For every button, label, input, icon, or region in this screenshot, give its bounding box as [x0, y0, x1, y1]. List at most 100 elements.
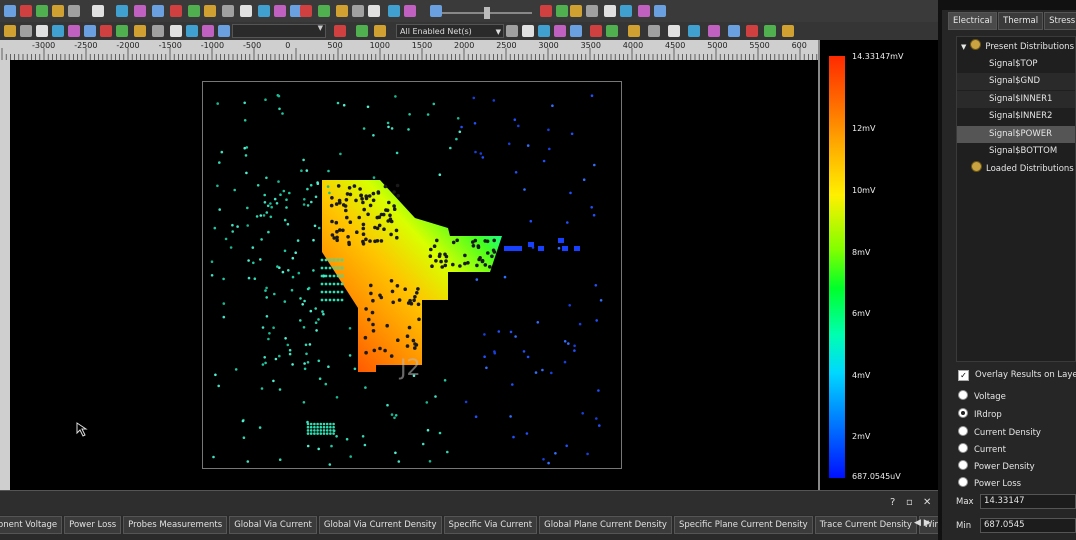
toolbar-button-icon[interactable] — [4, 5, 16, 17]
tab-scroll-arrows[interactable]: ◀ ▶ — [914, 518, 931, 528]
close-panel-button[interactable]: ✕ — [923, 497, 931, 508]
radio-current[interactable]: Current — [958, 443, 1006, 455]
radio-selected-icon[interactable] — [958, 408, 968, 418]
toolbar-button-icon[interactable] — [506, 25, 518, 37]
toolbar-button-icon[interactable] — [170, 25, 182, 37]
toolbar-button-icon[interactable] — [764, 25, 776, 37]
tab-power-loss[interactable]: Power Loss — [64, 516, 122, 534]
overlay-results-checkbox[interactable]: ✓ Overlay Results on Layer V — [958, 370, 1076, 381]
toolbar-button-icon[interactable] — [300, 5, 312, 17]
tree-item-signal-bottom[interactable]: Signal$BOTTOM — [957, 143, 1075, 160]
toolbar-button-icon[interactable] — [36, 25, 48, 37]
tab-global-via-current[interactable]: Global Via Current — [229, 516, 317, 534]
zoom-slider-handle[interactable] — [484, 7, 490, 19]
toolbar-button-icon[interactable] — [648, 25, 660, 37]
toolbar-button-icon[interactable] — [404, 5, 416, 17]
toolbar-button-icon[interactable] — [204, 5, 216, 17]
tab-specific-via-current[interactable]: Specific Via Current — [443, 516, 538, 534]
toolbar-button-icon[interactable] — [782, 25, 794, 37]
tab-global-plane-current-density[interactable]: Global Plane Current Density — [539, 516, 672, 534]
toolbar-button-icon[interactable] — [570, 25, 582, 37]
min-value-input[interactable]: 687.0545 — [980, 518, 1076, 533]
layer-combo[interactable]: ▼ — [232, 24, 326, 38]
toolbar-button-icon[interactable] — [170, 5, 182, 17]
toolbar-button-icon[interactable] — [728, 25, 740, 37]
radio-power-density[interactable]: Power Density — [958, 460, 1035, 472]
toolbar-button-icon[interactable] — [628, 25, 640, 37]
toolbar-button-icon[interactable] — [188, 5, 200, 17]
toolbar-button-icon[interactable] — [100, 25, 112, 37]
collapse-triangle-icon[interactable]: ▼ — [961, 39, 966, 56]
tab-component-voltage[interactable]: onent Voltage — [0, 516, 63, 534]
tab-global-via-current-density[interactable]: Global Via Current Density — [318, 516, 442, 534]
toolbar-button-icon[interactable] — [68, 25, 80, 37]
toolbar-button-icon[interactable] — [352, 5, 364, 17]
toolbar-button-icon[interactable] — [708, 25, 720, 37]
tab-stress[interactable]: Stress — [1044, 12, 1076, 30]
toolbar-button-icon[interactable] — [202, 25, 214, 37]
toolbar-button-icon[interactable] — [240, 5, 252, 17]
radio-icon[interactable] — [958, 460, 968, 470]
toolbar-button-icon[interactable] — [152, 5, 164, 17]
toolbar-button-icon[interactable] — [746, 25, 758, 37]
toolbar-button-icon[interactable] — [540, 5, 552, 17]
radio-icon[interactable] — [958, 443, 968, 453]
tree-item-signal-top[interactable]: Signal$TOP — [957, 56, 1075, 73]
toolbar-button-icon[interactable] — [222, 5, 234, 17]
radio-voltage[interactable]: Voltage — [958, 390, 1006, 402]
checkbox-checked-icon[interactable]: ✓ — [958, 370, 969, 381]
toolbar-button-icon[interactable] — [554, 25, 566, 37]
toolbar-button-icon[interactable] — [356, 25, 368, 37]
toolbar-button-icon[interactable] — [538, 25, 550, 37]
max-value-input[interactable]: 14.33147 — [980, 494, 1076, 509]
help-button[interactable]: ? — [890, 497, 895, 508]
tree-item-signal-inner2[interactable]: Signal$INNER2 — [957, 108, 1075, 125]
toolbar-button-icon[interactable] — [368, 5, 380, 17]
toolbar-button-icon[interactable] — [152, 25, 164, 37]
tab-specific-plane-current-density[interactable]: Specific Plane Current Density — [673, 516, 813, 534]
toolbar-button-icon[interactable] — [134, 25, 146, 37]
radio-power-loss[interactable]: Power Loss — [958, 477, 1021, 489]
toolbar-button-icon[interactable] — [388, 5, 400, 17]
toolbar-button-icon[interactable] — [374, 25, 386, 37]
toolbar-button-icon[interactable] — [556, 5, 568, 17]
toolbar-button-icon[interactable] — [688, 25, 700, 37]
toolbar-button-icon[interactable] — [522, 25, 534, 37]
radio-current-density[interactable]: Current Density — [958, 426, 1041, 438]
toolbar-button-icon[interactable] — [590, 25, 602, 37]
toolbar-button-icon[interactable] — [68, 5, 80, 17]
tab-electrical[interactable]: Electrical — [948, 12, 998, 30]
toolbar-button-icon[interactable] — [52, 25, 64, 37]
toolbar-button-icon[interactable] — [668, 25, 680, 37]
toolbar-button-icon[interactable] — [20, 25, 32, 37]
toolbar-button-icon[interactable] — [620, 5, 632, 17]
toolbar-button-icon[interactable] — [134, 5, 146, 17]
toolbar-button-icon[interactable] — [116, 25, 128, 37]
toolbar-button-icon[interactable] — [336, 5, 348, 17]
radio-icon[interactable] — [958, 477, 968, 487]
toolbar-button-icon[interactable] — [654, 5, 666, 17]
tree-item-signal-power[interactable]: Signal$POWER — [957, 126, 1075, 143]
tree-node-loaded[interactable]: Loaded Distributions — [971, 161, 1074, 178]
toolbar-button-icon[interactable] — [4, 25, 16, 37]
tree-node-present[interactable]: ▼ Present Distributions — [961, 39, 1074, 56]
toolbar-button-icon[interactable] — [52, 5, 64, 17]
toolbar-button-icon[interactable] — [36, 5, 48, 17]
tab-trace-current-density[interactable]: Trace Current Density — [814, 516, 917, 534]
toolbar-button-icon[interactable] — [274, 5, 286, 17]
layout-canvas[interactable]: J2 — [10, 60, 818, 490]
toolbar-button-icon[interactable] — [84, 25, 96, 37]
toolbar-button-icon[interactable] — [586, 5, 598, 17]
radio-icon[interactable] — [958, 426, 968, 436]
toolbar-button-icon[interactable] — [92, 5, 104, 17]
toolbar-button-icon[interactable] — [20, 5, 32, 17]
toolbar-button-icon[interactable] — [638, 5, 650, 17]
toolbar-button-icon[interactable] — [218, 25, 230, 37]
toolbar-button-icon[interactable] — [186, 25, 198, 37]
tab-thermal[interactable]: Thermal — [998, 12, 1044, 30]
toolbar-button-icon[interactable] — [604, 5, 616, 17]
tree-item-signal-gnd[interactable]: Signal$GND — [957, 73, 1075, 90]
tree-item-signal-inner1[interactable]: Signal$INNER1 — [957, 91, 1075, 108]
toolbar-button-icon[interactable] — [116, 5, 128, 17]
toolbar-button-icon[interactable] — [334, 25, 346, 37]
